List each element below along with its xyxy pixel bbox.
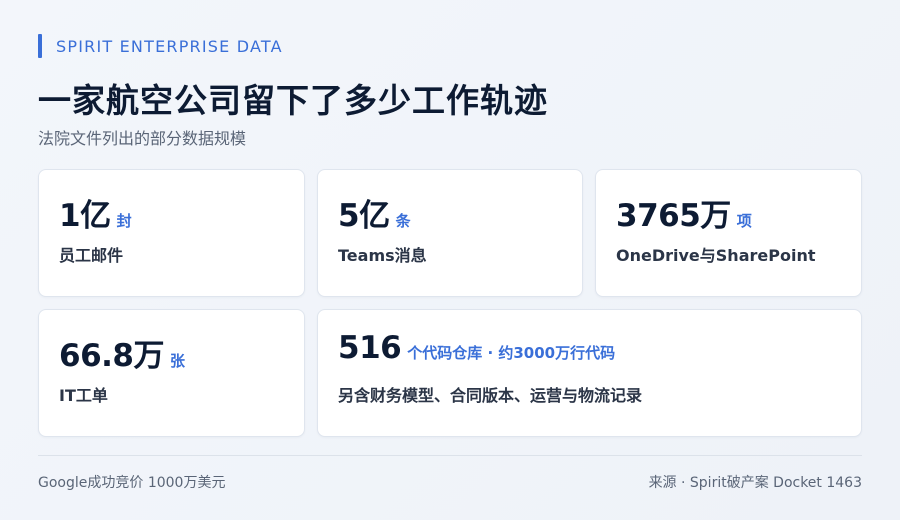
stat-unit: 个代码仓库 · 约3000万行代码 <box>407 344 616 362</box>
stat-value-row: 1亿 封 <box>59 190 132 235</box>
stat-value-row: 66.8万 张 <box>59 330 185 375</box>
stat-label: 员工邮件 <box>59 246 124 265</box>
stat-unit: 封 <box>116 212 132 230</box>
stat-card-teams-messages: 5亿 条 Teams消息 <box>317 169 583 297</box>
stat-value-row: 5亿 条 <box>338 190 411 235</box>
eyebrow-text: SPIRIT ENTERPRISE DATA <box>56 36 283 56</box>
footer-note: Google成功竞价 1000万美元 <box>38 475 226 491</box>
stat-label: 另含财务模型、合同版本、运营与物流记录 <box>338 386 643 405</box>
stat-value: 5亿 <box>338 198 390 234</box>
stat-card-onedrive: 3765万 项 OneDrive与SharePoint <box>595 169 862 297</box>
stat-label: Teams消息 <box>338 246 427 265</box>
stat-value: 516 <box>338 330 402 366</box>
stat-unit: 张 <box>170 352 186 370</box>
stat-value-row: 516 个代码仓库 · 约3000万行代码 <box>338 330 615 366</box>
stat-value: 66.8万 <box>59 338 165 374</box>
stat-card-code-repos: 516 个代码仓库 · 约3000万行代码 另含财务模型、合同版本、运营与物流记… <box>317 309 862 437</box>
stat-unit: 条 <box>395 212 411 230</box>
stat-unit: 项 <box>736 212 752 230</box>
stat-value-row: 3765万 项 <box>616 190 752 235</box>
footer-divider <box>38 455 862 456</box>
page-title: 一家航空公司留下了多少工作轨迹 <box>38 81 548 120</box>
page-subtitle: 法院文件列出的部分数据规模 <box>38 129 247 148</box>
stat-card-it-tickets: 66.8万 张 IT工单 <box>38 309 305 437</box>
stat-label: OneDrive与SharePoint <box>616 246 816 265</box>
stat-value: 1亿 <box>59 198 111 234</box>
stat-value: 3765万 <box>616 198 731 234</box>
stat-label: IT工单 <box>59 386 108 405</box>
stat-card-emails: 1亿 封 员工邮件 <box>38 169 305 297</box>
eyebrow-accent-bar <box>38 34 42 58</box>
footer-source: 来源 · Spirit破产案 Docket 1463 <box>648 475 862 491</box>
eyebrow: SPIRIT ENTERPRISE DATA <box>38 34 283 58</box>
